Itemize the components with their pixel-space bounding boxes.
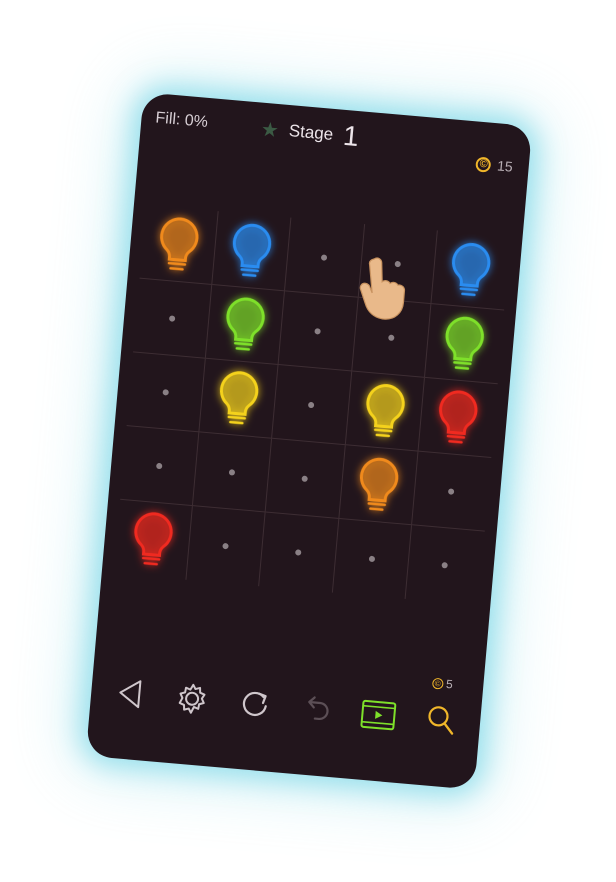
yellow-bulb-icon[interactable] [360, 379, 409, 443]
gear-icon [179, 683, 206, 714]
coin-icon: © [431, 677, 444, 690]
empty-cell-dot [314, 327, 322, 335]
star-icon: ★ [260, 118, 280, 142]
watch-video-button[interactable] [357, 693, 400, 736]
empty-cell-dot [156, 462, 163, 469]
board-cell[interactable] [332, 518, 412, 600]
undo-icon [308, 696, 329, 721]
board-cell[interactable] [338, 445, 419, 526]
board-cell[interactable] [278, 291, 359, 372]
restart-icon [242, 691, 267, 716]
red-bulb-icon[interactable] [433, 386, 482, 450]
orange-bulb-icon[interactable] [354, 453, 403, 517]
stage-number: 1 [341, 119, 361, 153]
bottom-toolbar: © 5 [98, 671, 474, 743]
orange-bulb-icon[interactable] [154, 213, 203, 277]
board-cell[interactable] [199, 358, 279, 439]
board-cell[interactable] [411, 451, 492, 532]
hint-cost-value: 5 [445, 676, 454, 692]
game-screen: Fill: 0% ★ Stage 1 © 15 © 5 [85, 92, 533, 790]
board-cell[interactable] [133, 278, 213, 359]
hint-button[interactable]: © 5 [419, 677, 462, 742]
empty-cell-dot [368, 555, 375, 563]
stage-label: Stage [288, 121, 335, 144]
board-cell[interactable] [431, 230, 511, 311]
empty-cell-dot [229, 468, 236, 476]
board-cell[interactable] [405, 525, 484, 605]
empty-cell-dot [441, 562, 449, 569]
board-cell[interactable] [272, 365, 352, 446]
empty-cell-dot [308, 401, 315, 408]
coin-counter: © 15 [475, 156, 514, 175]
board-cell[interactable] [285, 217, 365, 298]
empty-cell-dot [222, 542, 230, 550]
empty-cell-dot [301, 475, 309, 482]
back-button[interactable] [109, 672, 152, 715]
restart-button[interactable] [233, 683, 276, 726]
green-bulb-icon[interactable] [440, 312, 489, 376]
board-cell[interactable] [259, 512, 339, 593]
video-reward-icon [360, 699, 397, 731]
board-cell[interactable] [113, 499, 194, 580]
stage-header: ★ Stage 1 [260, 115, 361, 153]
back-triangle-icon [119, 680, 142, 709]
magnifier-icon [428, 706, 454, 735]
empty-cell-dot [169, 314, 176, 322]
board-cell[interactable] [418, 377, 498, 458]
hint-cost: © 5 [431, 676, 454, 692]
blue-bulb-icon[interactable] [227, 219, 276, 283]
empty-cell-dot [321, 253, 328, 261]
fill-percentage: Fill: 0% [154, 109, 209, 131]
board-cell[interactable] [120, 426, 200, 507]
green-bulb-icon[interactable] [221, 293, 270, 357]
red-bulb-icon[interactable] [128, 508, 177, 572]
board-cell[interactable] [265, 438, 346, 519]
undo-button[interactable] [295, 688, 338, 731]
coin-count: 15 [496, 157, 514, 175]
empty-cell-dot [162, 388, 170, 396]
board-cell[interactable] [345, 371, 425, 452]
empty-cell-dot [448, 487, 455, 495]
board-cell[interactable] [139, 204, 219, 285]
board-cell[interactable] [212, 211, 292, 292]
board-cell[interactable] [126, 352, 206, 433]
pointing-hand-icon [359, 257, 406, 320]
empty-cell-dot [295, 549, 302, 556]
game-board[interactable] [113, 204, 511, 605]
coin-icon: © [475, 156, 492, 173]
settings-button[interactable] [171, 677, 214, 720]
yellow-bulb-icon[interactable] [214, 366, 263, 430]
blue-bulb-icon[interactable] [446, 238, 495, 302]
board-cell[interactable] [193, 432, 273, 513]
board-cell[interactable] [424, 304, 505, 385]
board-cell[interactable] [186, 506, 266, 587]
empty-cell-dot [387, 334, 395, 341]
board-cell[interactable] [205, 284, 286, 366]
